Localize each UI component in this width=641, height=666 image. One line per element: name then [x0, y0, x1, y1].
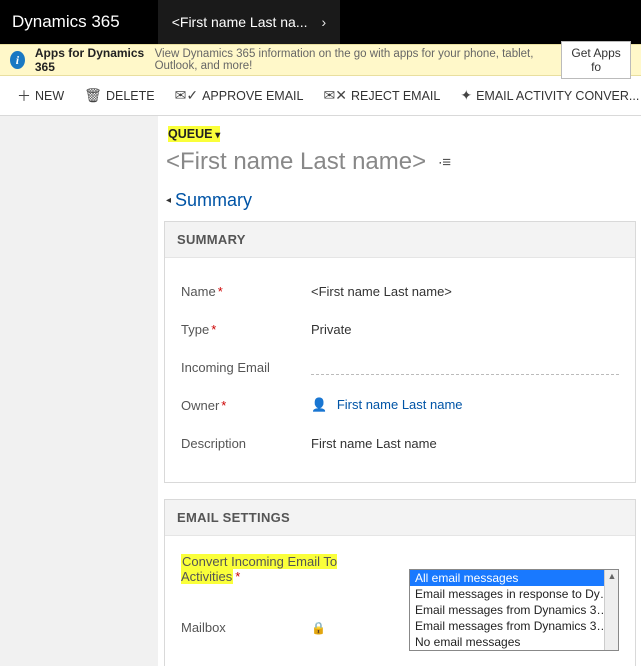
summary-head: SUMMARY [165, 222, 635, 258]
left-gutter [0, 116, 158, 666]
option-reco[interactable]: Email messages from Dynamics 365 reco [410, 618, 618, 634]
scrollbar[interactable]: ▲ [604, 570, 618, 650]
global-nav: Dynamics 365 <First name Last na... › [0, 0, 641, 44]
convert-options-list[interactable]: All email messages Email messages in res… [409, 569, 619, 651]
promo-bar: i Apps for Dynamics 365 View Dynamics 36… [0, 44, 641, 76]
person-icon: 👤 [311, 397, 327, 412]
summary-card: SUMMARY Name* <First name Last name> Typ… [164, 221, 636, 483]
type-label: Type* [181, 322, 311, 337]
command-bar: ＋NEW 🗑DELETE ✉✓APPROVE EMAIL ✉✕REJECT EM… [0, 76, 641, 116]
email-activity-button[interactable]: ✦EMAIL ACTIVITY CONVER... [451, 76, 641, 116]
owner-value[interactable]: 👤 First name Last name [311, 397, 619, 413]
promo-title: Apps for Dynamics 365 [35, 46, 145, 74]
breadcrumb[interactable]: <First name Last na... › [158, 0, 340, 44]
trash-icon: 🗑 [84, 87, 102, 104]
list-menu-icon[interactable]: ∙≡ [438, 154, 451, 171]
approve-email-button[interactable]: ✉✓APPROVE EMAIL [166, 76, 313, 116]
option-all[interactable]: All email messages [410, 570, 618, 586]
option-none[interactable]: No email messages [410, 634, 618, 650]
scroll-up-icon[interactable]: ▲ [605, 570, 619, 582]
convert-label: Convert Incoming Email To Activities* [181, 554, 389, 584]
reject-email-button[interactable]: ✉✕REJECT EMAIL [315, 76, 450, 116]
brand[interactable]: Dynamics 365 [12, 12, 120, 32]
mail-x-icon: ✉✕ [324, 87, 347, 104]
section-summary-link[interactable]: ◂ Summary [166, 190, 641, 211]
record-title: <First name Last name> ∙≡ [166, 148, 641, 176]
option-response[interactable]: Email messages in response to Dynamics [410, 586, 618, 602]
delete-button[interactable]: 🗑DELETE [75, 76, 163, 116]
chevron-right-icon: › [322, 14, 327, 30]
new-button[interactable]: ＋NEW [8, 76, 73, 116]
name-label: Name* [181, 284, 311, 299]
form-area: QUEUE ▾ <First name Last name> ∙≡ ◂ Summ… [158, 116, 641, 666]
description-label: Description [181, 436, 311, 451]
email-settings-head: EMAIL SETTINGS [165, 500, 635, 536]
wand-icon: ✦ [460, 87, 472, 104]
owner-label: Owner* [181, 398, 311, 413]
mailbox-label: Mailbox [181, 620, 311, 635]
name-value[interactable]: <First name Last name> [311, 284, 619, 299]
incoming-email-value[interactable] [311, 359, 619, 375]
info-icon: i [10, 51, 25, 69]
mail-check-icon: ✉✓ [175, 87, 198, 104]
option-lead[interactable]: Email messages from Dynamics 365 Lead [410, 602, 618, 618]
incoming-email-label: Incoming Email [181, 360, 311, 375]
description-value[interactable]: First name Last name [311, 436, 619, 451]
breadcrumb-text: <First name Last na... [172, 14, 308, 30]
stage: QUEUE ▾ <First name Last name> ∙≡ ◂ Summ… [0, 116, 641, 666]
promo-desc: View Dynamics 365 information on the go … [155, 48, 552, 72]
lock-icon: 🔒 [311, 621, 326, 635]
get-apps-button[interactable]: Get Apps fo [561, 41, 631, 79]
entity-type-label[interactable]: QUEUE ▾ [168, 126, 220, 142]
type-value[interactable]: Private [311, 322, 619, 337]
triangle-left-icon: ◂ [166, 195, 171, 206]
email-settings-card: EMAIL SETTINGS Convert Incoming Email To… [164, 499, 636, 666]
caret-down-icon: ▾ [212, 130, 220, 141]
plus-icon: ＋ [17, 86, 31, 106]
owner-link[interactable]: First name Last name [337, 397, 463, 412]
